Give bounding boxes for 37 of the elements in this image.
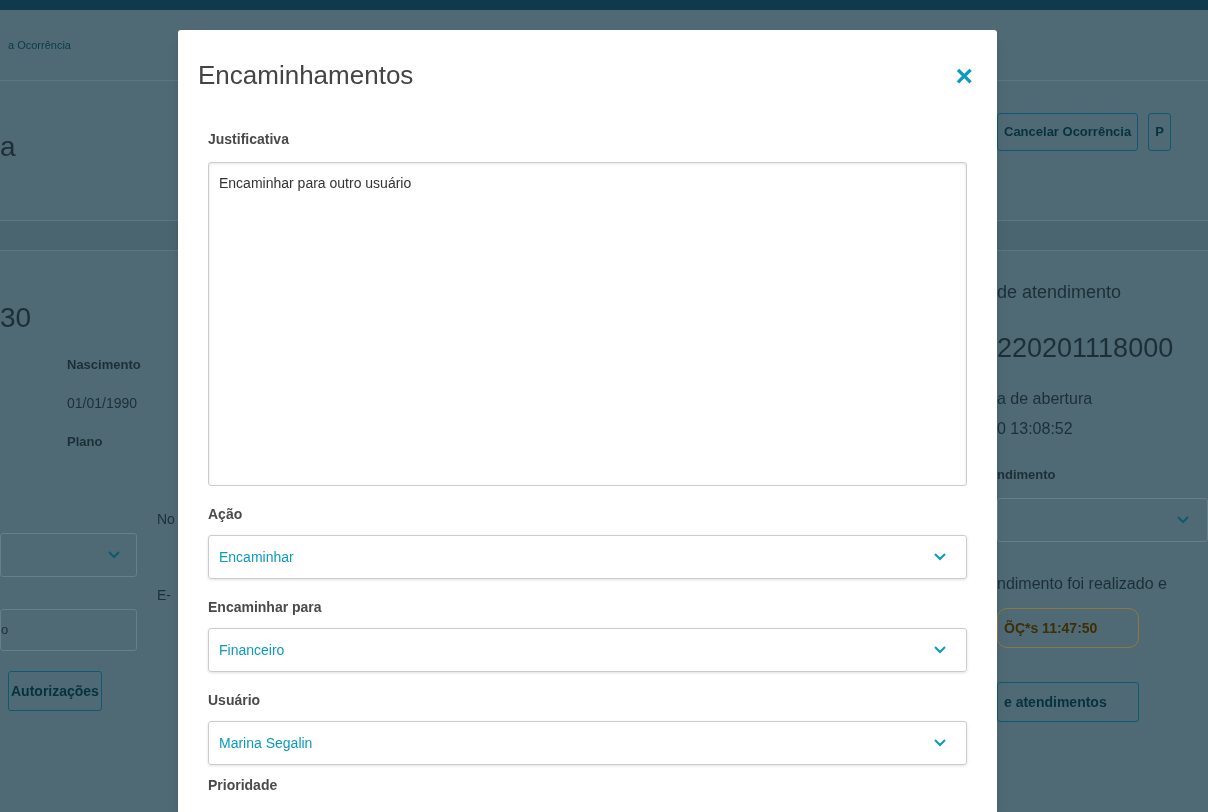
select-field[interactable] (0, 533, 137, 577)
field-label: No (157, 510, 175, 529)
modal-title: Encaminhamentos (198, 59, 414, 92)
chevron-down-icon (934, 646, 946, 654)
field-label: E- (157, 586, 171, 605)
page-title: a (0, 131, 16, 162)
field-label: Ação (208, 505, 244, 524)
chevron-down-icon (934, 553, 946, 561)
field-label: a de abertura (997, 388, 1094, 409)
breadcrumb[interactable]: a Ocorrência (8, 36, 71, 54)
section-caption: de atendimento (997, 281, 1123, 304)
select-field[interactable]: Marina Segalin (208, 721, 967, 765)
authorizations-button[interactable]: Autorizações (8, 671, 102, 711)
field-label: ndimento (997, 465, 1057, 484)
field-label: Usuário (208, 691, 262, 710)
field-label: Prioridade (208, 776, 279, 795)
select-field[interactable]: Financeiro (208, 628, 967, 672)
status-note: ndimento foi realizado e (997, 574, 1168, 594)
header-button[interactable]: P (1148, 113, 1171, 151)
chevron-down-icon (1177, 516, 1189, 524)
field-label: Justificativa (208, 130, 290, 149)
patient-number: 30 (0, 301, 33, 335)
field-label: Nascimento (67, 356, 142, 374)
justification-textarea[interactable]: Encaminhar para outro usuário (208, 162, 967, 486)
field-value: 0 13:08:52 (997, 418, 1074, 439)
field-label: Encaminhar para (208, 598, 323, 617)
close-button[interactable]: × (955, 60, 973, 91)
history-button[interactable]: e atendimentos (997, 682, 1139, 722)
select-field[interactable]: Encaminhar (208, 535, 967, 579)
select-field[interactable] (997, 498, 1208, 542)
field-label: Plano (67, 432, 104, 451)
chevron-down-icon (108, 551, 120, 559)
input-field[interactable]: o (0, 609, 137, 651)
field-value: 01/01/1990 (67, 393, 139, 413)
header-button[interactable]: Cancelar Ocorrência (997, 113, 1139, 151)
protocol-number: 220201118000 (997, 332, 1175, 365)
chevron-down-icon (934, 739, 946, 747)
